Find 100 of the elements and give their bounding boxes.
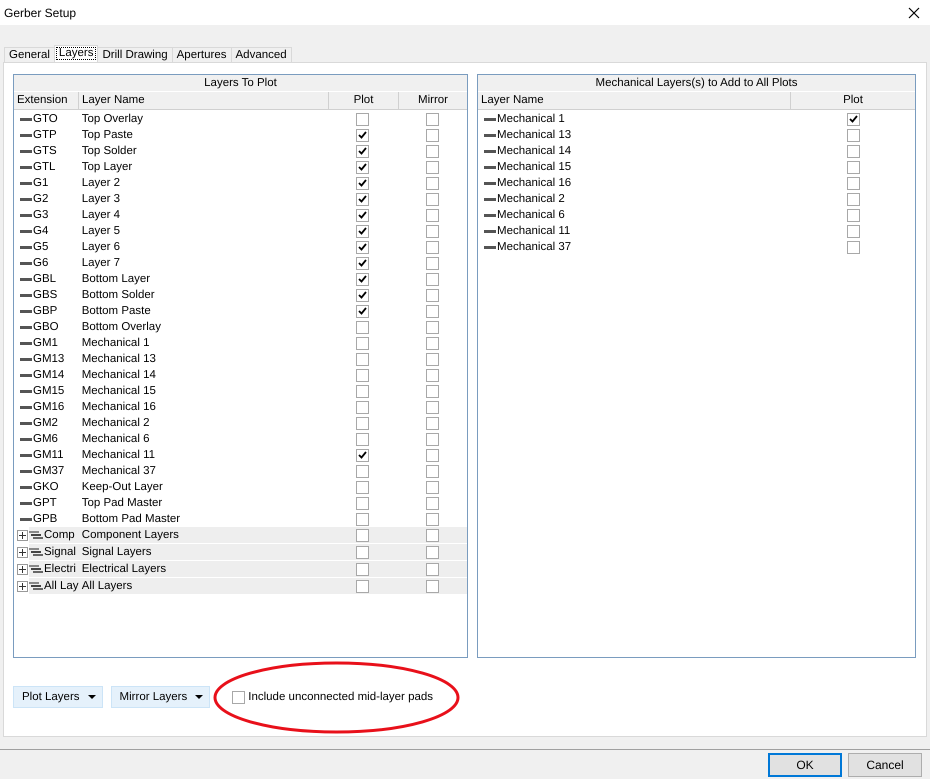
checkbox[interactable] xyxy=(426,432,439,446)
checkbox[interactable] xyxy=(426,352,439,366)
checkbox[interactable] xyxy=(426,272,439,286)
checkbox[interactable] xyxy=(356,496,369,510)
expand-toggle[interactable] xyxy=(17,546,28,558)
checkbox[interactable] xyxy=(426,336,439,350)
checkbox[interactable] xyxy=(356,224,369,238)
checkbox[interactable] xyxy=(426,208,439,222)
checkbox[interactable] xyxy=(426,528,439,542)
plot-layers-button[interactable]: Plot Layers xyxy=(13,686,103,708)
checkbox[interactable] xyxy=(846,208,860,222)
checkbox[interactable] xyxy=(846,144,860,158)
checkbox[interactable] xyxy=(846,224,860,238)
checkbox[interactable] xyxy=(426,320,439,334)
checkbox[interactable] xyxy=(426,512,439,526)
cancel-button[interactable]: Cancel xyxy=(848,752,922,776)
column-header[interactable]: Layer Name xyxy=(79,92,329,109)
checkbox[interactable] xyxy=(356,562,369,576)
checkbox[interactable] xyxy=(426,580,439,592)
checkbox[interactable] xyxy=(356,432,369,446)
checkbox[interactable] xyxy=(356,288,369,302)
checkbox[interactable] xyxy=(846,128,860,142)
checkbox[interactable] xyxy=(356,368,369,382)
close-icon[interactable] xyxy=(908,6,920,18)
checkbox[interactable] xyxy=(426,256,439,270)
checkbox[interactable] xyxy=(356,304,369,318)
column-header[interactable]: Layer Name xyxy=(478,92,791,109)
checkbox[interactable] xyxy=(356,112,369,126)
tab[interactable]: Advanced xyxy=(230,47,292,62)
checkbox[interactable] xyxy=(356,272,369,286)
checkbox[interactable] xyxy=(356,336,369,350)
checkbox[interactable] xyxy=(426,384,439,398)
checkbox[interactable] xyxy=(356,384,369,398)
group-name: Signal Layers xyxy=(82,546,152,558)
checkbox[interactable] xyxy=(426,240,439,254)
checkbox[interactable] xyxy=(426,176,439,190)
checkbox[interactable] xyxy=(356,580,369,592)
checkbox[interactable] xyxy=(426,160,439,174)
tab[interactable]: Apertures xyxy=(172,47,232,62)
checkbox[interactable] xyxy=(356,144,369,158)
checkbox[interactable] xyxy=(426,112,439,126)
tab[interactable]: Layers xyxy=(54,45,98,62)
layer-name: Mechanical 2 xyxy=(497,193,565,205)
checkbox[interactable] xyxy=(356,528,369,542)
tab[interactable]: Drill Drawing xyxy=(97,47,173,62)
checkbox[interactable] xyxy=(426,480,439,494)
checkbox[interactable] xyxy=(356,160,369,174)
checkbox[interactable] xyxy=(426,496,439,510)
layer-name: Mechanical 16 xyxy=(497,177,572,189)
extension-text: GM2 xyxy=(33,417,58,429)
checkbox[interactable] xyxy=(846,176,860,190)
checkbox[interactable] xyxy=(426,304,439,318)
checkbox[interactable] xyxy=(426,416,439,430)
checkbox[interactable] xyxy=(426,464,439,478)
column-header[interactable]: Plot xyxy=(791,92,915,109)
extension-text: GM14 xyxy=(33,369,64,381)
extension-text: GBO xyxy=(33,321,59,333)
checkbox[interactable] xyxy=(356,400,369,414)
checkbox[interactable] xyxy=(426,224,439,238)
column-header[interactable]: Mirror xyxy=(399,92,467,109)
group-extension: Signal xyxy=(44,546,76,558)
checkbox[interactable] xyxy=(426,368,439,382)
checkbox[interactable] xyxy=(356,512,369,526)
checkbox[interactable] xyxy=(232,690,246,704)
checkbox[interactable] xyxy=(426,144,439,158)
mirror-layers-button[interactable]: Mirror Layers xyxy=(110,686,210,708)
checkbox[interactable] xyxy=(356,320,369,334)
checkbox[interactable] xyxy=(426,562,439,576)
checkbox[interactable] xyxy=(846,192,860,206)
tab[interactable]: General xyxy=(4,47,55,62)
checkbox[interactable] xyxy=(426,128,439,142)
expand-toggle[interactable] xyxy=(17,564,28,574)
checkbox[interactable] xyxy=(846,160,860,174)
extension-text: GBL xyxy=(33,273,56,285)
expand-toggle[interactable] xyxy=(17,580,28,592)
checkbox[interactable] xyxy=(426,546,439,558)
expand-toggle[interactable] xyxy=(17,530,28,540)
checkbox[interactable] xyxy=(356,208,369,222)
checkbox[interactable] xyxy=(356,192,369,206)
column-header[interactable]: Extension xyxy=(14,92,79,109)
checkbox[interactable] xyxy=(356,448,369,462)
ok-button[interactable]: OK xyxy=(768,752,842,776)
checkbox[interactable] xyxy=(846,240,860,254)
checkbox[interactable] xyxy=(426,448,439,462)
checkbox[interactable] xyxy=(356,480,369,494)
checkbox-label[interactable]: Include unconnected mid-layer pads xyxy=(248,691,434,703)
checkbox[interactable] xyxy=(356,240,369,254)
checkbox[interactable] xyxy=(426,400,439,414)
checkbox[interactable] xyxy=(356,416,369,430)
checkbox[interactable] xyxy=(356,176,369,190)
checkbox[interactable] xyxy=(426,192,439,206)
checkbox[interactable] xyxy=(356,464,369,478)
extension-text: G5 xyxy=(33,241,48,253)
checkbox[interactable] xyxy=(356,546,369,558)
checkbox[interactable] xyxy=(356,352,369,366)
checkbox[interactable] xyxy=(426,288,439,302)
checkbox[interactable] xyxy=(356,128,369,142)
checkbox[interactable] xyxy=(356,256,369,270)
checkbox[interactable] xyxy=(846,112,860,126)
column-header[interactable]: Plot xyxy=(329,92,399,109)
